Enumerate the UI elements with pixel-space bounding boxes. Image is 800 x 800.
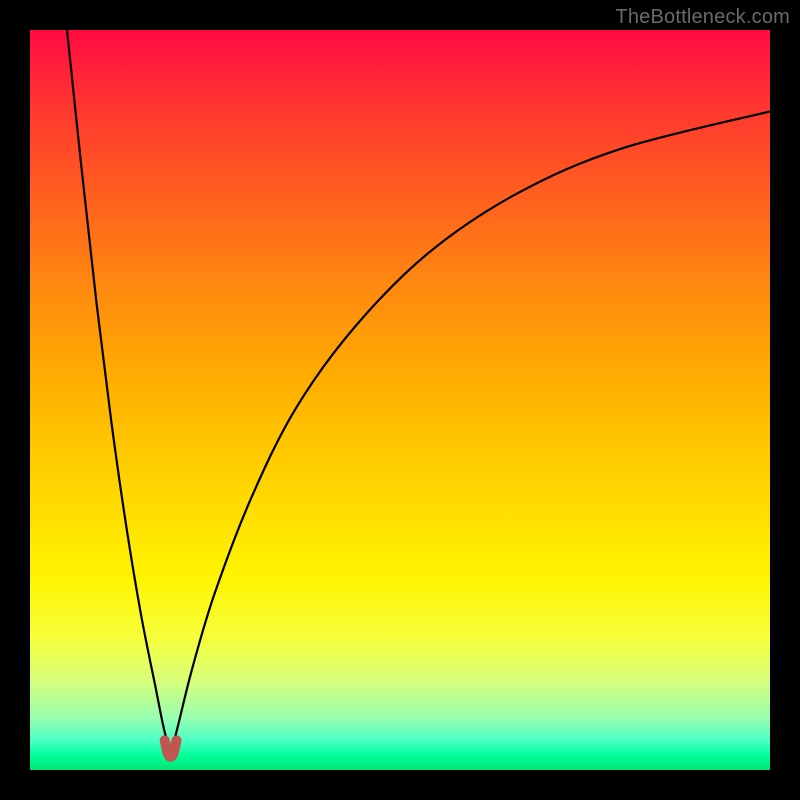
curve-left-branch [67,30,171,755]
watermark-text: TheBottleneck.com [615,6,790,29]
minimum-marker [165,740,177,756]
chart-svg [30,30,770,770]
curve-right-branch [171,111,770,755]
chart-frame: TheBottleneck.com [0,0,800,800]
plot-area [30,30,770,770]
